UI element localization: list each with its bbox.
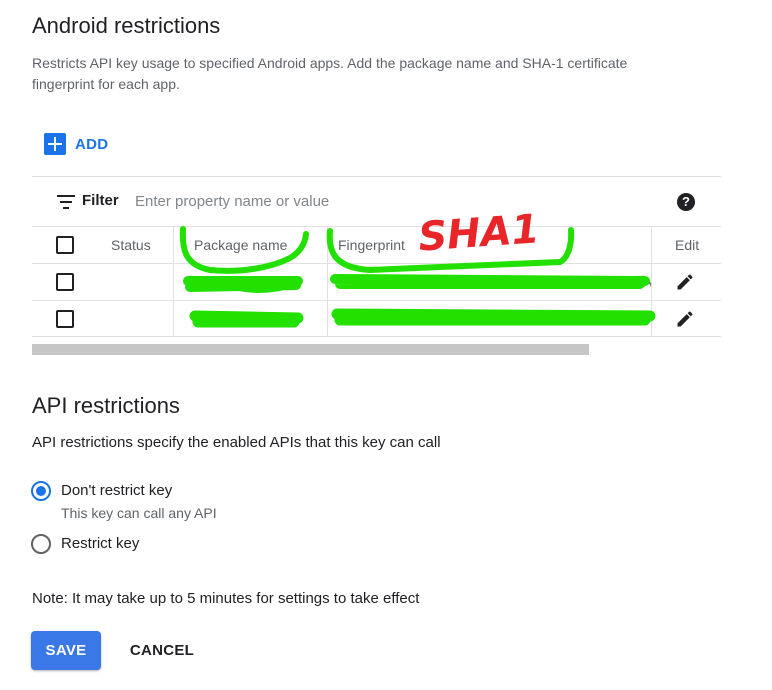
table-row: 5:A3:42:7E:0 — [32, 300, 721, 337]
help-icon[interactable]: ? — [677, 193, 695, 211]
select-all-checkbox[interactable] — [56, 236, 74, 254]
android-apps-table: Status Package name Fingerprint Edit 2:E… — [32, 226, 721, 337]
row-checkbox[interactable] — [56, 273, 74, 291]
filter-bar: Filter ? — [32, 176, 721, 226]
android-restrictions-title: Android restrictions — [32, 13, 221, 38]
pencil-icon — [677, 310, 693, 326]
edit-header: Edit — [675, 237, 700, 253]
status-header: Status — [111, 237, 151, 253]
plus-icon — [44, 133, 66, 155]
row-checkbox[interactable] — [56, 309, 74, 328]
dont-restrict-radio[interactable] — [31, 481, 51, 501]
horizontal-scrollbar[interactable] — [32, 344, 721, 356]
dont-restrict-label[interactable]: Don't restrict key — [61, 482, 172, 499]
fingerprint-header[interactable]: Fingerprint — [338, 227, 405, 263]
add-button[interactable]: ADD — [44, 133, 108, 155]
scrollbar-thumb[interactable] — [32, 344, 589, 355]
fingerprint-value: 2:EA — [622, 274, 653, 290]
android-restrictions-description: Restricts API key usage to specified And… — [32, 55, 628, 92]
fingerprint-value: 5:A3:42:7E:0 — [540, 310, 621, 327]
edit-button[interactable] — [675, 264, 695, 300]
add-button-label: ADD — [75, 135, 109, 153]
dont-restrict-sublabel: This key can call any API — [61, 505, 217, 521]
cancel-button[interactable]: CANCEL — [122, 631, 202, 670]
package-name-header[interactable]: Package name — [194, 227, 287, 263]
settings-note: Note: It may take up to 5 minutes for se… — [32, 590, 420, 607]
edit-button[interactable] — [675, 301, 695, 336]
filter-icon[interactable] — [57, 195, 75, 209]
table-header-row: Status Package name Fingerprint Edit — [32, 226, 721, 263]
restrict-key-radio[interactable] — [31, 534, 51, 554]
filter-input[interactable] — [135, 189, 635, 213]
restrict-key-label[interactable]: Restrict key — [61, 535, 139, 552]
api-restrictions-title: API restrictions — [32, 393, 180, 418]
api-restrictions-description: API restrictions specify the enabled API… — [32, 434, 441, 451]
pencil-icon — [677, 274, 693, 290]
filter-label: Filter — [82, 192, 119, 209]
table-row: 2:EA — [32, 263, 721, 300]
save-button[interactable]: SAVE — [31, 631, 101, 670]
